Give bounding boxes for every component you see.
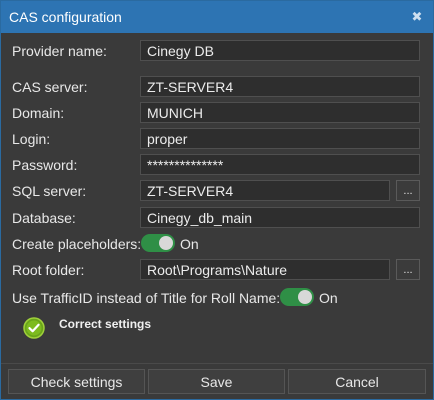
create-placeholders-toggle[interactable] [141, 234, 175, 252]
root-folder-row: Root folder: ... [12, 259, 424, 281]
sql-server-input[interactable] [140, 180, 390, 201]
login-input[interactable] [140, 128, 420, 149]
use-trafficid-row: Use TrafficID instead of Title for Roll … [12, 287, 424, 309]
cas-configuration-dialog: CAS configuration ✖ Provider name: CAS s… [0, 0, 434, 400]
close-icon[interactable]: ✖ [407, 7, 427, 27]
button-bar: Check settings Save Cancel [1, 363, 433, 399]
password-label: Password: [12, 157, 78, 173]
cas-server-input[interactable] [140, 76, 420, 97]
status-text: Correct settings [59, 317, 152, 331]
password-input[interactable] [140, 154, 420, 175]
check-circle-icon [23, 317, 45, 339]
use-trafficid-label: Use TrafficID instead of Title for Roll … [12, 290, 281, 306]
sql-server-row: SQL server: ... [12, 180, 424, 202]
cas-server-label: CAS server: [12, 79, 88, 95]
title-bar: CAS configuration ✖ [1, 1, 433, 33]
create-placeholders-state: On [180, 236, 199, 252]
status-message: Correct settings [23, 317, 323, 341]
toggle-knob [159, 236, 173, 250]
database-row: Database: [12, 207, 424, 229]
sql-server-browse-button[interactable]: ... [396, 180, 420, 201]
use-trafficid-toggle[interactable] [280, 288, 314, 306]
use-trafficid-state: On [319, 290, 338, 306]
login-row: Login: [12, 128, 424, 150]
create-placeholders-row: Create placeholders: On [12, 233, 424, 255]
root-folder-label: Root folder: [12, 262, 85, 278]
toggle-knob [298, 290, 312, 304]
database-label: Database: [12, 210, 76, 226]
sql-server-label: SQL server: [12, 183, 87, 199]
cancel-button[interactable]: Cancel [288, 369, 426, 394]
check-settings-button[interactable]: Check settings [8, 369, 145, 394]
root-folder-browse-button[interactable]: ... [396, 259, 420, 280]
root-folder-input[interactable] [140, 259, 390, 280]
domain-input[interactable] [140, 102, 420, 123]
provider-name-input[interactable] [140, 40, 420, 61]
cas-server-row: CAS server: [12, 76, 424, 98]
domain-row: Domain: [12, 102, 424, 124]
password-row: Password: [12, 154, 424, 176]
provider-name-row: Provider name: [12, 40, 424, 62]
create-placeholders-label: Create placeholders: [12, 236, 142, 252]
provider-name-label: Provider name: [12, 43, 107, 59]
login-label: Login: [12, 131, 51, 147]
save-button[interactable]: Save [148, 369, 285, 394]
database-input[interactable] [140, 207, 420, 228]
domain-label: Domain: [12, 105, 65, 121]
window-title: CAS configuration [9, 9, 122, 25]
